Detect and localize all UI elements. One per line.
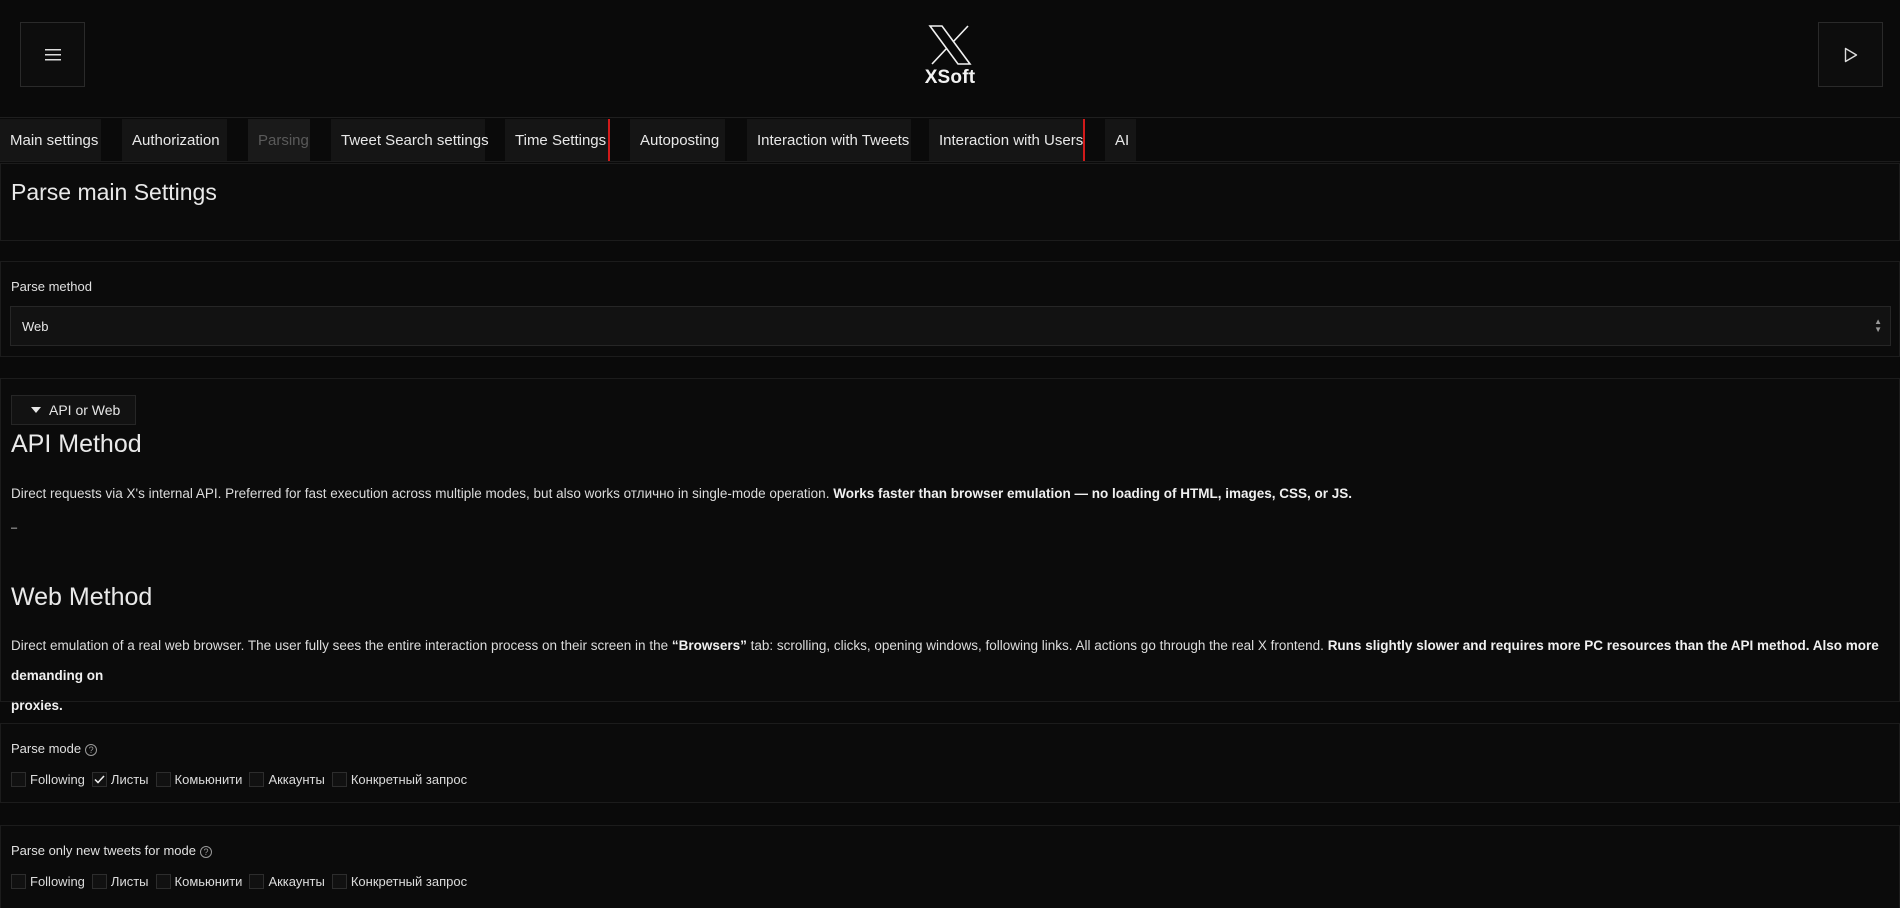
tab-authorization[interactable]: Authorization <box>122 119 227 161</box>
checkbox-communities[interactable] <box>155 873 171 889</box>
checkbox-accounts[interactable] <box>249 873 265 889</box>
checkbox-accounts[interactable] <box>249 771 265 787</box>
tab-time-settings[interactable]: Time Settings <box>505 119 608 161</box>
parse-method-label: Parse method <box>11 279 92 294</box>
checkbox-following[interactable] <box>11 771 26 787</box>
parse-new-options: Following Листы Комьюнити Аккаунты Конкр… <box>11 872 474 890</box>
checkbox-lists[interactable] <box>91 873 107 889</box>
api-method-title: API Method <box>11 430 142 458</box>
api-or-web-toggle[interactable]: API or Web <box>11 395 136 425</box>
web-method-title: Web Method <box>11 583 153 611</box>
checkmark-icon <box>94 774 105 784</box>
parse-method-select[interactable]: Web ▲ ▼ <box>10 306 1891 346</box>
tab-ai[interactable]: AI <box>1105 119 1136 161</box>
app-logo: XSoft <box>910 25 990 90</box>
top-bar: XSoft <box>0 0 1900 118</box>
settings-tabs: Main settings Authorization Parsing Twee… <box>0 119 1900 162</box>
tab-autoposting[interactable]: Autoposting <box>630 119 725 161</box>
menu-button[interactable] <box>20 22 85 87</box>
parse-method-value: Web <box>22 318 49 334</box>
tab-main-settings[interactable]: Main settings <box>0 119 101 161</box>
help-icon[interactable]: ? <box>199 845 212 858</box>
hamburger-icon <box>44 48 61 60</box>
tab-interaction-with-tweets[interactable]: Interaction with Tweets <box>747 119 911 161</box>
tab-divider <box>1083 119 1085 161</box>
checkbox-following[interactable] <box>11 873 26 889</box>
run-button[interactable] <box>1818 22 1883 87</box>
checkbox-lists[interactable] <box>91 771 107 787</box>
checkbox-specific-query[interactable] <box>331 873 347 889</box>
api-method-dash: – <box>11 522 18 534</box>
help-icon[interactable]: ? <box>85 743 98 756</box>
parse-new-card <box>0 825 1900 908</box>
logo-text: XSoft <box>924 67 976 88</box>
tab-divider <box>608 119 610 161</box>
title-card <box>0 163 1900 241</box>
web-method-description: Direct emulation of a real web browser. … <box>11 638 1879 713</box>
parse-mode-label: Parse mode? <box>11 741 98 756</box>
x-logo-icon <box>928 25 972 65</box>
api-method-description: Direct requests via X's internal API. Pr… <box>11 486 1353 501</box>
tab-parsing[interactable]: Parsing <box>248 119 310 161</box>
play-icon <box>1844 47 1857 62</box>
checkbox-specific-query[interactable] <box>331 771 347 787</box>
checkbox-communities[interactable] <box>155 771 171 787</box>
page-title: Parse main Settings <box>11 179 217 205</box>
triangle-down-icon <box>31 407 41 413</box>
parse-new-label: Parse only new tweets for mode? <box>11 843 212 858</box>
tab-tweet-search-settings[interactable]: Tweet Search settings <box>331 119 489 161</box>
api-or-web-label: API or Web <box>49 402 121 418</box>
select-arrows-icon: ▲ ▼ <box>1874 317 1882 334</box>
parse-mode-options: Following Листы Комьюнити Аккаунты Конкр… <box>11 770 474 788</box>
parse-mode-card <box>0 723 1900 803</box>
tab-interaction-with-users[interactable]: Interaction with Users <box>929 119 1083 161</box>
